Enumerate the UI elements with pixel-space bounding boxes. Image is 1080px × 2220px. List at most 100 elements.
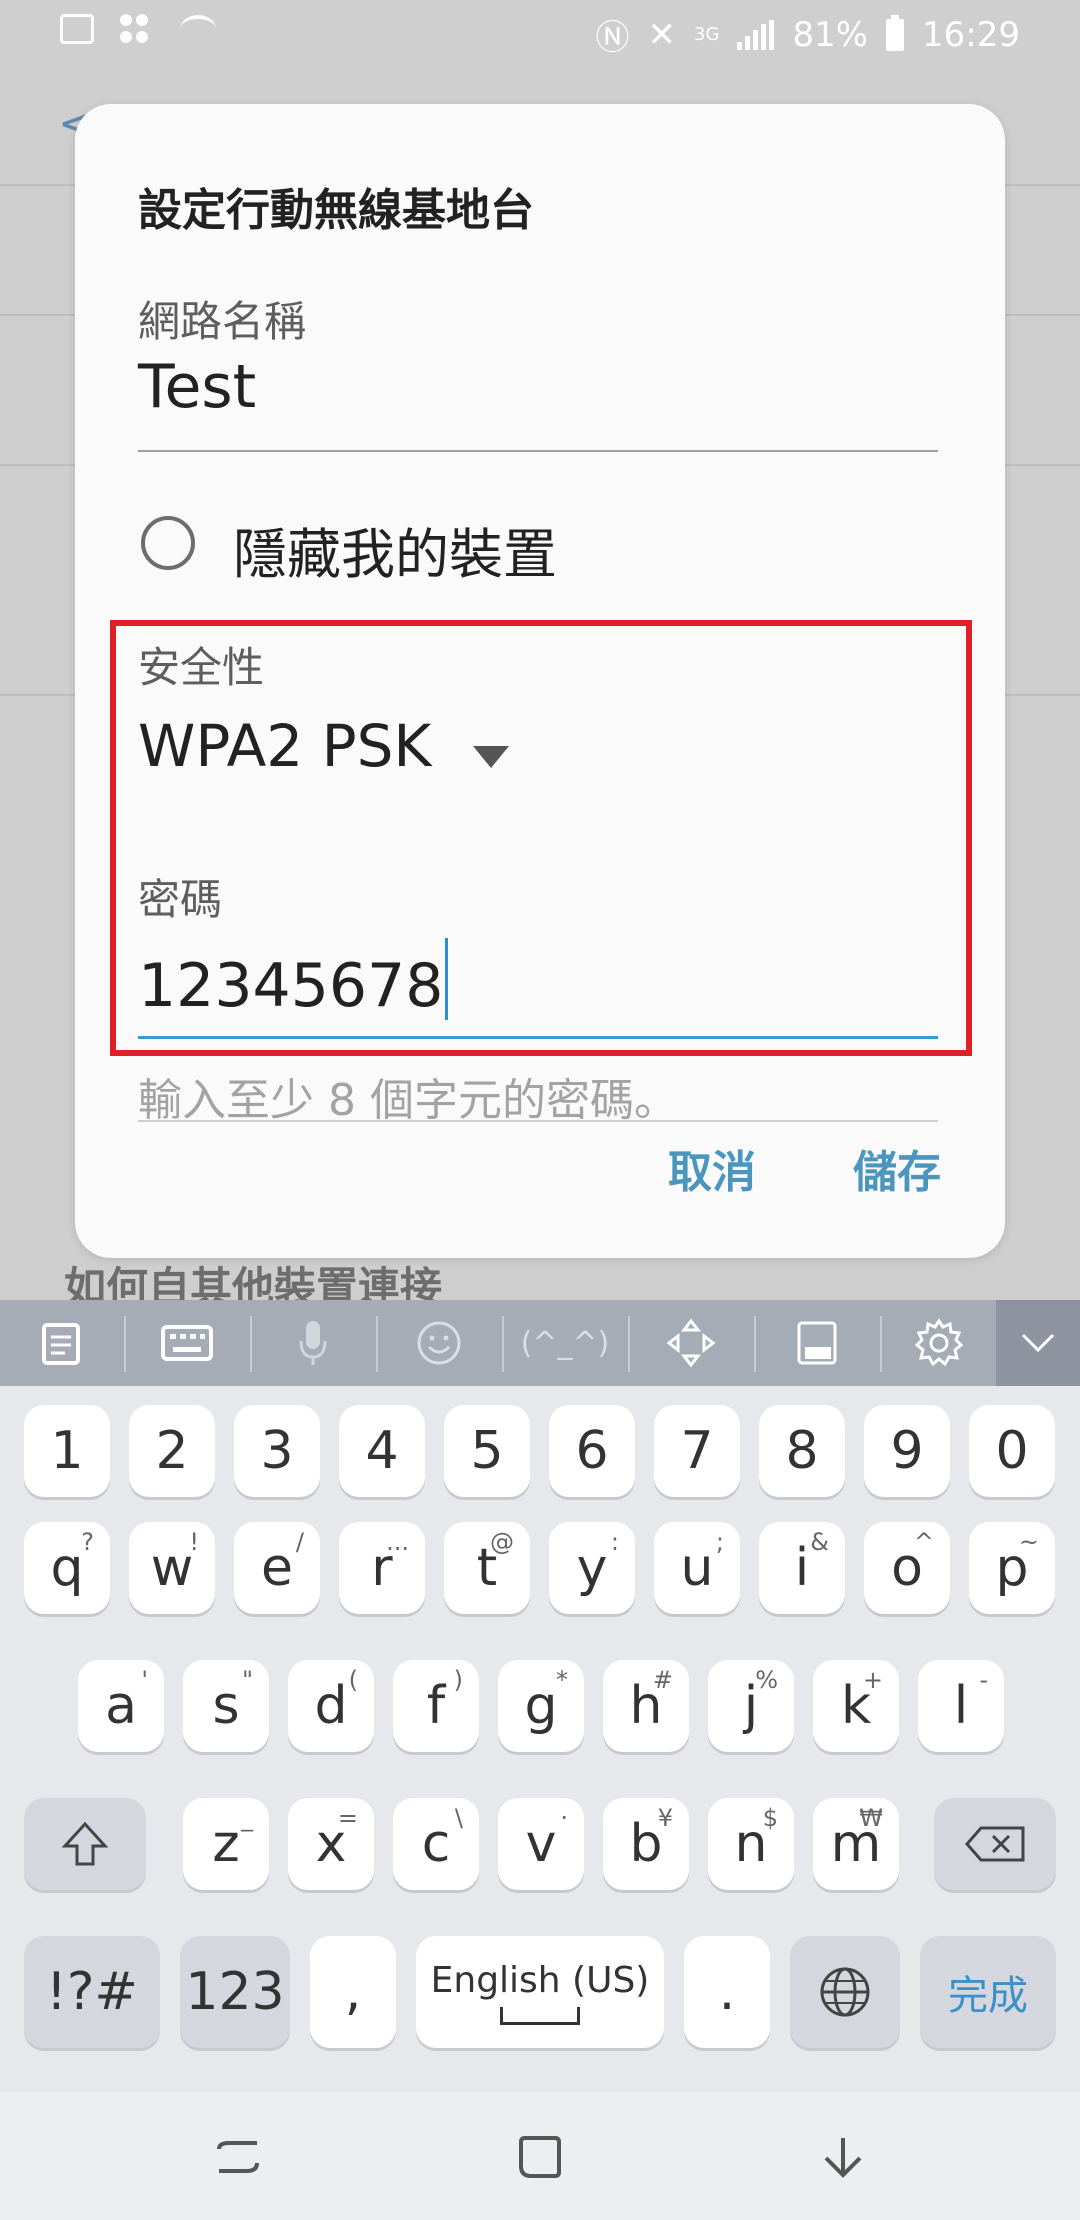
emoticon-button[interactable]: (^_^) [504,1300,626,1386]
key-d[interactable]: d( [288,1660,374,1752]
key-w[interactable]: w! [129,1522,215,1614]
key-label: v [525,1814,557,1874]
network-name-input[interactable]: Test [138,352,256,422]
key-4[interactable]: 4 [339,1405,425,1497]
cursor-move-icon[interactable] [630,1300,752,1386]
key-m[interactable]: m ₩ [813,1798,899,1890]
key-1[interactable]: 1 [24,1405,110,1497]
key-3[interactable]: 3 [234,1405,320,1497]
key-l[interactable]: l- [918,1660,1004,1752]
key-x[interactable]: x = [288,1798,374,1890]
battery-percent: 81% [792,14,869,55]
numbers-key[interactable]: 123 [180,1936,290,2048]
key-label: 4 [365,1421,399,1481]
key-secondary-label: % [755,1666,778,1694]
space-key[interactable]: English (US) [416,1936,664,2048]
key-secondary-label: * [556,1666,568,1694]
keyboard-layout-icon[interactable] [126,1300,248,1386]
hide-device-label[interactable]: 隱藏我的裝置 [233,510,557,589]
key-0[interactable]: 0 [969,1405,1055,1497]
key-secondary-label: ' [141,1666,148,1694]
backspace-key[interactable] [934,1798,1056,1890]
network-name-label: 網路名稱 [138,297,307,346]
key-7[interactable]: 7 [654,1405,740,1497]
key-secondary-label: · [560,1804,568,1832]
key-label: s [212,1676,240,1736]
password-hint: 輸入至少 8 個字元的密碼。 [138,1075,678,1126]
key-secondary-label: _ [241,1804,253,1832]
key-label: q [50,1538,84,1598]
period-key[interactable]: . [684,1936,770,2048]
key-a[interactable]: a ' [78,1660,164,1752]
key-6[interactable]: 6 [549,1405,635,1497]
key-label: e [261,1538,293,1598]
key-secondary-label: ¥ [657,1804,673,1832]
key-9[interactable]: 9 [864,1405,950,1497]
comma-key[interactable]: , [310,1936,396,2048]
key-8[interactable]: 8 [759,1405,845,1497]
language-key[interactable] [790,1936,900,2048]
key-label: c [421,1814,451,1874]
key-y[interactable]: y: [549,1522,635,1614]
recent-apps-icon[interactable] [193,2112,283,2202]
key-secondary-label: : [610,1528,619,1556]
key-r[interactable]: r... [339,1522,425,1614]
key-f[interactable]: f) [393,1660,479,1752]
key-g[interactable]: g * [498,1660,584,1752]
key-secondary-label: = [337,1804,358,1832]
collapse-keyboard-icon[interactable] [996,1300,1080,1386]
symbols-key[interactable]: !?# [24,1936,160,2048]
settings-gear-icon[interactable] [882,1300,996,1386]
key-s[interactable]: s " [183,1660,269,1752]
key-u[interactable]: u; [654,1522,740,1614]
mute-icon: ✕ [647,14,677,55]
home-icon[interactable] [495,2112,585,2202]
key-secondary-label: + [862,1666,883,1694]
key-label: f [426,1676,446,1736]
key-t[interactable]: t @ [444,1522,530,1614]
key-v[interactable]: v · [498,1798,584,1890]
key-label: 8 [785,1421,819,1481]
back-arrow-down-icon[interactable] [798,2112,888,2202]
key-secondary-label: ₩ [859,1804,883,1832]
save-button[interactable]: 儲存 [853,1136,941,1200]
done-key[interactable]: 完成 [920,1936,1056,2048]
network-name-underline [138,450,938,452]
key-label: 3 [260,1421,294,1481]
one-handed-keyboard-icon[interactable] [756,1300,878,1386]
key-label: 123 [185,1962,285,2022]
microphone-icon[interactable] [252,1300,374,1386]
key-k[interactable]: k + [813,1660,899,1752]
shift-key[interactable] [24,1798,146,1890]
key-secondary-label: # [652,1666,673,1694]
key-label: l [953,1676,969,1736]
highlight-frame [110,620,972,1056]
key-secondary-label: ^ [913,1528,934,1556]
key-label: 9 [890,1421,924,1481]
key-j[interactable]: j% [708,1660,794,1752]
key-secondary-label: " [241,1666,253,1694]
key-5[interactable]: 5 [444,1405,530,1497]
backspace-icon [965,1826,1025,1862]
status-notification-icons [60,14,216,44]
key-p[interactable]: p ~ [969,1522,1055,1614]
emoji-icon[interactable] [378,1300,500,1386]
key-b[interactable]: b ¥ [603,1798,689,1890]
key-h[interactable]: h # [603,1660,689,1752]
space-icon [499,2006,580,2025]
key-secondary-label: ? [81,1528,94,1556]
key-secondary-label: / [295,1528,304,1556]
cancel-button[interactable]: 取消 [668,1136,756,1200]
key-i[interactable]: i & [759,1522,845,1614]
hide-device-radio[interactable] [141,516,195,570]
key-2[interactable]: 2 [129,1405,215,1497]
key-e[interactable]: e / [234,1522,320,1614]
key-o[interactable]: o ^ [864,1522,950,1614]
key-n[interactable]: n $ [708,1798,794,1890]
apps-notification-icon [120,14,154,44]
key-c[interactable]: c \ [393,1798,479,1890]
key-q[interactable]: q? [24,1522,110,1614]
key-z[interactable]: z _ [183,1798,269,1890]
key-secondary-label: ; [715,1528,724,1556]
clipboard-icon[interactable] [0,1300,122,1386]
